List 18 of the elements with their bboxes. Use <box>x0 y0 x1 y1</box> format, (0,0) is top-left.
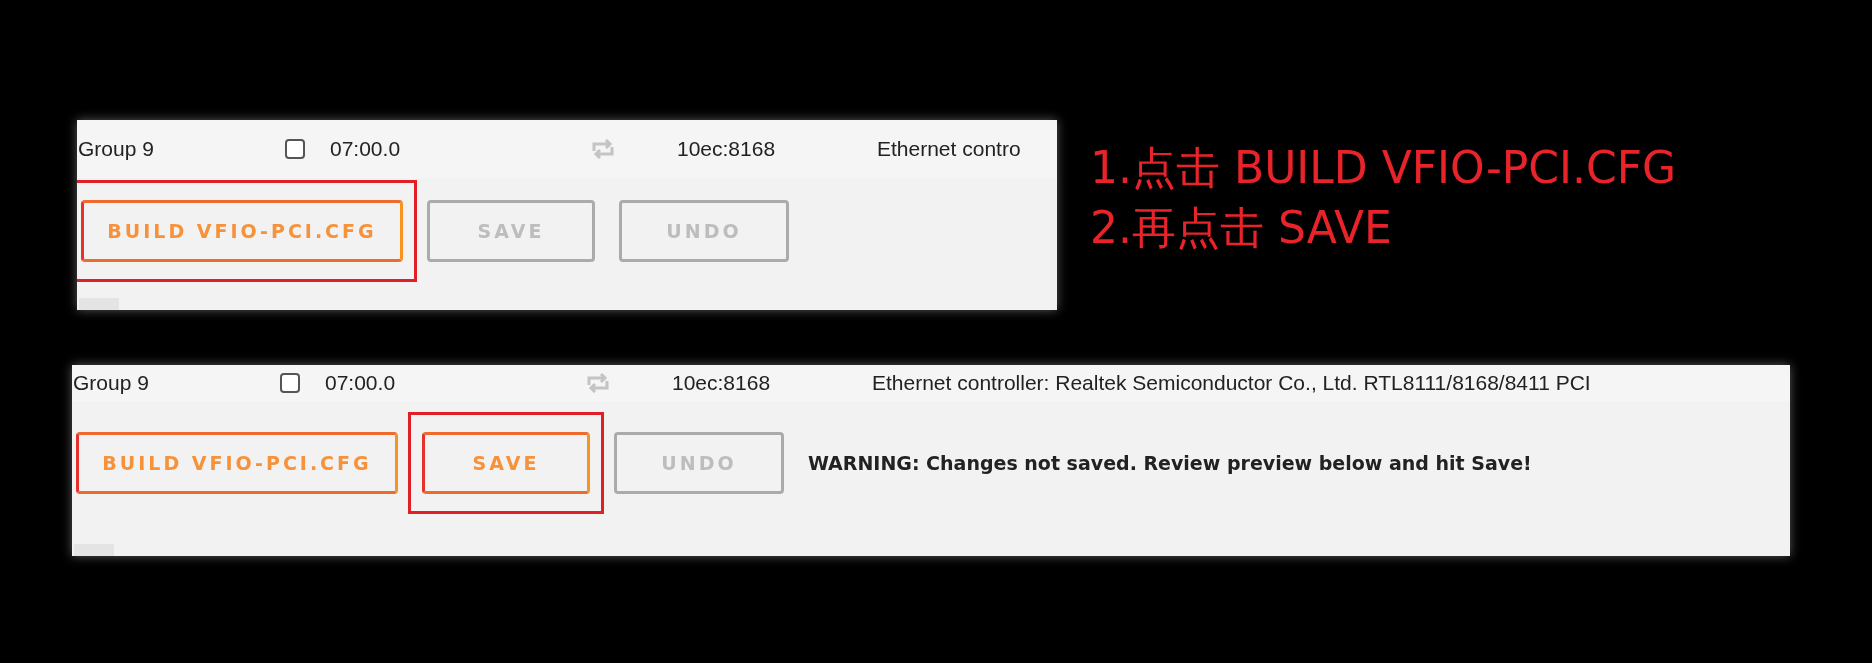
annotation-text: 2.再点击 SAVE <box>1090 201 1393 255</box>
device-address: 07:00.0 <box>325 371 396 395</box>
checkbox[interactable] <box>280 373 300 393</box>
save-button[interactable]: SAVE <box>422 432 590 494</box>
build-button[interactable]: BUILD VFIO-PCI.CFG <box>81 200 403 262</box>
checkbox[interactable] <box>285 139 305 159</box>
annotation-text: 1.点击 BUILD VFIO-PCI.CFG <box>1090 141 1677 195</box>
warning-message: WARNING: Changes not saved. Review preview below and hit Save! <box>808 452 1532 474</box>
vendor-device-id: 10ec:8168 <box>677 137 776 161</box>
corner-block <box>79 298 119 310</box>
build-button[interactable]: BUILD VFIO-PCI.CFG <box>76 432 398 494</box>
device-description: Ethernet contro <box>877 137 1021 161</box>
vendor-device-id: 10ec:8168 <box>672 371 771 395</box>
group-label: Group 9 <box>73 371 149 395</box>
group-label: Group 9 <box>78 137 154 161</box>
device-address: 07:00.0 <box>330 137 401 161</box>
device-description: Ethernet controller: Realtek Semiconductor Co., Ltd. RTL8111/8168/8411 PCI <box>872 371 1591 395</box>
corner-block <box>74 544 114 556</box>
